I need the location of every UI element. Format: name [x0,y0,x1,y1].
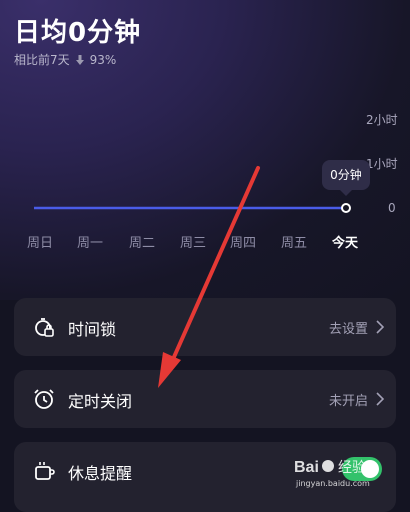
annotation-arrow [158,166,260,388]
